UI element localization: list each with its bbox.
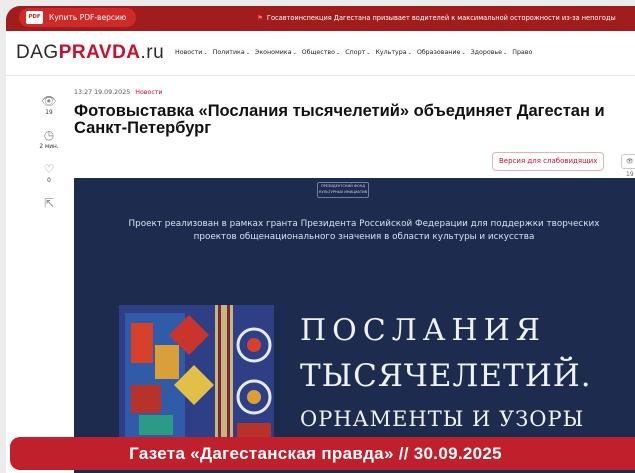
hero-subtitle: ОРНАМЕНТЫ И УЗОРЫ: [300, 407, 585, 431]
main-nav: Новости⌄ Политика⌄ Экономика⌄ Общество⌄ …: [175, 49, 532, 56]
nav-item-news[interactable]: Новости⌄: [175, 49, 208, 56]
article-meta: 13:27 19.09.2025 Новости: [74, 89, 163, 96]
nav-item-education[interactable]: Образование⌄: [417, 49, 466, 56]
nav-item-economy[interactable]: Экономика⌄: [255, 49, 297, 56]
page-frame: PDF Купить PDF-версию ⚑ Госавтоинспекция …: [6, 6, 635, 473]
logo-text-pravda: PRAVDA: [58, 42, 141, 63]
views-pill: 👁19: [621, 154, 635, 178]
eye-icon: 👁: [41, 94, 57, 108]
pdf-icon: PDF: [26, 11, 43, 24]
hero-title-line2: ТЫСЯЧЕЛЕТИЙ.: [300, 358, 592, 394]
chevron-down-icon: ⌄: [292, 50, 297, 56]
nav-item-politics[interactable]: Политика⌄: [213, 49, 250, 56]
flag-icon: ⚑: [257, 14, 263, 22]
newspaper-banner: Газета «Дагестанская правда» // 30.09.20…: [10, 437, 635, 470]
read-time: 2 мин.: [39, 144, 59, 150]
news-ticker[interactable]: ⚑ Госавтоинспекция Дагестана призывает во…: [257, 6, 616, 31]
chevron-down-icon: ⌄: [503, 50, 508, 56]
chevron-down-icon: ⌄: [336, 50, 341, 56]
nav-item-health[interactable]: Здоровье⌄: [471, 49, 508, 56]
carpet-ornament-image: [119, 305, 274, 445]
nav-item-law[interactable]: Право: [512, 49, 532, 56]
likes-count: 0: [47, 178, 51, 184]
hero-title-line1: ПОСЛАНИЯ: [300, 313, 547, 348]
hero-project-text: Проект реализован в рамках гранта Презид…: [128, 219, 600, 242]
site-header: DAGPRAVDA.ru Новости⌄ Политика⌄ Экономик…: [6, 31, 635, 76]
nav-item-society[interactable]: Общество⌄: [302, 49, 341, 56]
views-count: 19: [45, 110, 53, 116]
nav-item-culture[interactable]: Культура⌄: [375, 49, 411, 56]
top-bar: PDF Купить PDF-версию ⚑ Госавтоинспекция …: [6, 6, 635, 31]
chevron-down-icon: ⌄: [461, 50, 466, 56]
article-category-link[interactable]: Новости: [135, 89, 162, 96]
accessibility-version-button[interactable]: Версия для слабовидящих: [492, 152, 605, 171]
foundation-logo: ПРЕЗИДЕНТСКИЙ ФОНД КУЛЬТУРНЫХ ИНИЦИАТИВ: [317, 182, 369, 198]
share-icon[interactable]: ⇱: [34, 197, 64, 209]
nav-item-sport[interactable]: Спорт⌄: [345, 49, 370, 56]
hero-image: ПРЕЗИДЕНТСКИЙ ФОНД КУЛЬТУРНЫХ ИНИЦИАТИВ …: [74, 178, 635, 473]
heart-icon[interactable]: ♡: [34, 163, 64, 175]
logo-text-ru: .ru: [140, 42, 165, 63]
article-title: Фотовыставка «Послания тысячелетий» объе…: [74, 102, 605, 137]
article-sidebar: 👁 19 ◷ 2 мин. ♡ 0 ⇱: [34, 95, 64, 209]
article-timestamp: 13:27 19.09.2025: [74, 89, 131, 96]
buy-pdf-label: Купить PDF-версию: [49, 13, 127, 22]
buy-pdf-button[interactable]: PDF Купить PDF-версию: [19, 8, 137, 27]
logo-text-dag: DAG: [16, 42, 59, 63]
chevron-down-icon: ⌄: [203, 50, 208, 56]
chevron-down-icon: ⌄: [245, 50, 250, 56]
eye-icon: 👁: [626, 158, 634, 165]
clock-icon: ◷: [43, 128, 55, 142]
ticker-text: Госавтоинспекция Дагестана призывает вод…: [266, 14, 616, 22]
chevron-down-icon: ⌄: [407, 50, 412, 56]
chevron-down-icon: ⌄: [366, 50, 371, 56]
site-logo[interactable]: DAGPRAVDA.ru: [16, 42, 164, 64]
